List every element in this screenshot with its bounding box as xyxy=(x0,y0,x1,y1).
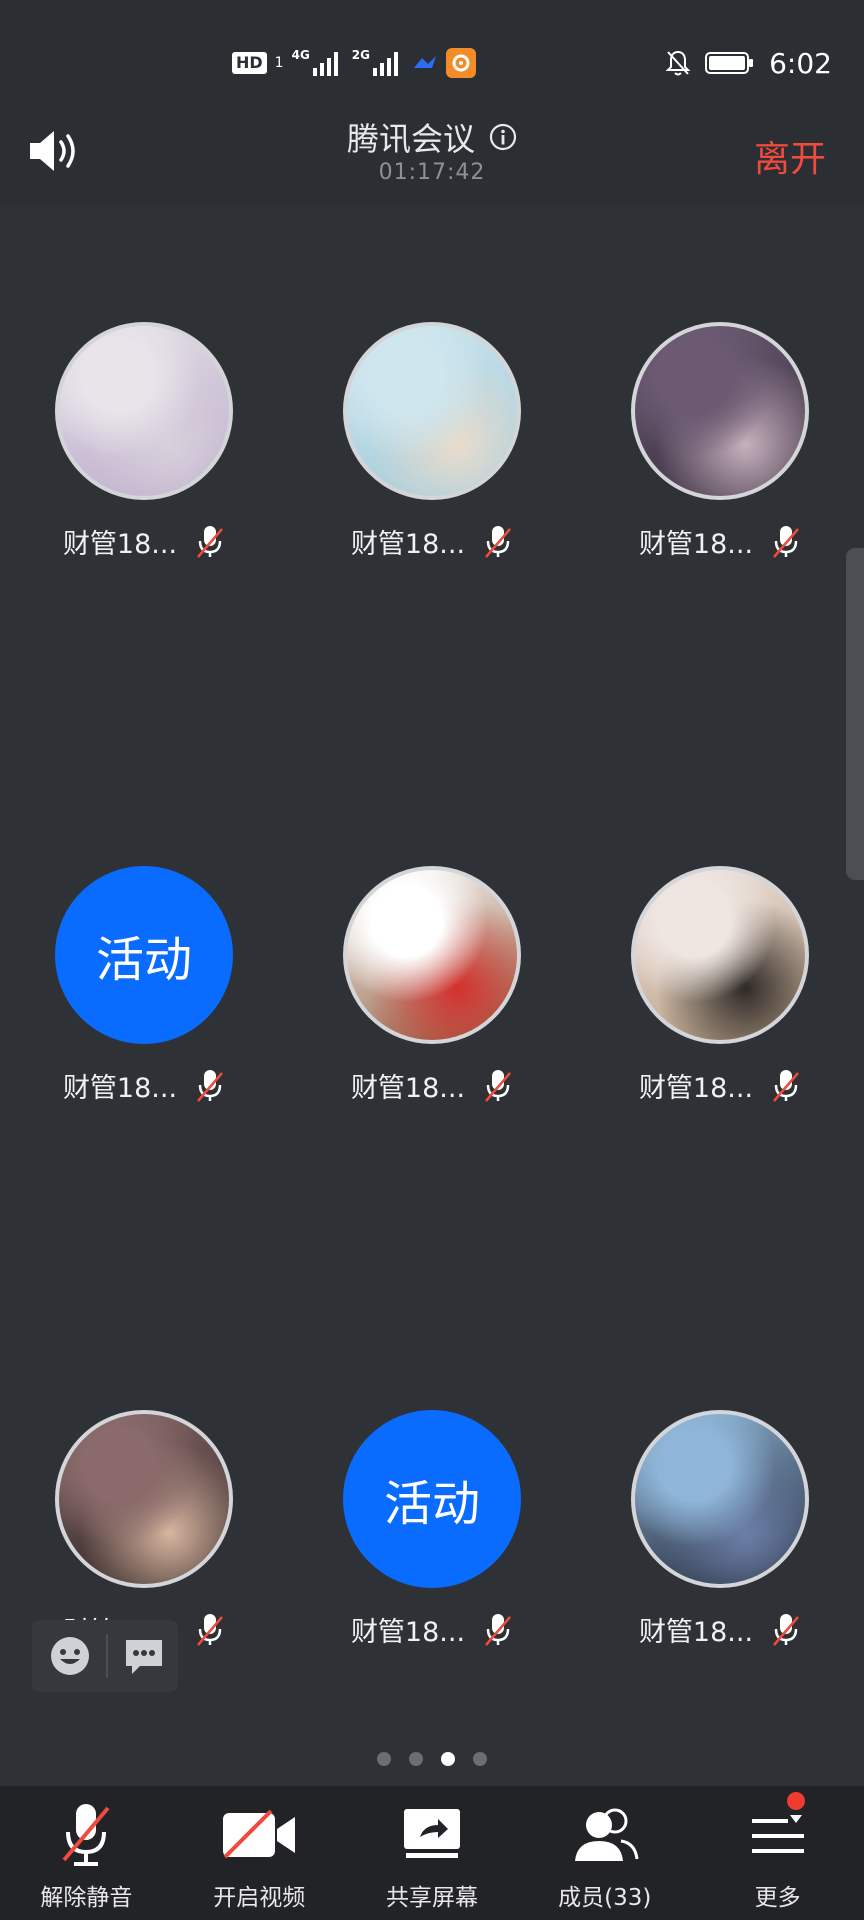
participant-tile[interactable]: 财管18... xyxy=(576,322,864,562)
mic-muted-icon xyxy=(773,1069,799,1102)
chat-icon[interactable] xyxy=(122,1634,166,1678)
divider xyxy=(106,1634,108,1678)
status-icons: HD 1 4G 2G xyxy=(232,48,476,78)
mic-muted-icon xyxy=(485,1613,511,1646)
uc-browser-icon xyxy=(446,48,476,78)
members-button[interactable]: 成员(33) xyxy=(518,1786,691,1920)
participant-avatar xyxy=(343,322,521,500)
participant-tile[interactable]: 财管18... xyxy=(0,1410,288,1650)
unmute-button[interactable]: 解除静音 xyxy=(0,1786,173,1920)
members-label: 成员(33) xyxy=(558,1885,652,1911)
participant-avatar: 活动 xyxy=(343,1410,521,1588)
floating-quick-tools xyxy=(32,1620,178,1692)
participant-avatar xyxy=(631,1410,809,1588)
bottom-toolbar: 解除静音 开启视频 共享屏幕 成员(33) 更多 xyxy=(0,1786,864,1920)
network-4g-label: 4G xyxy=(291,48,310,62)
status-bar: HD 1 4G 2G 6:02 xyxy=(0,0,864,100)
scrollbar[interactable] xyxy=(846,548,864,880)
participant-name-row: 财管18... xyxy=(576,1066,864,1105)
bell-off-icon xyxy=(665,50,691,76)
participant-name-row: 财管18... xyxy=(0,1066,288,1105)
participant-tile[interactable]: 财管18... xyxy=(288,866,576,1106)
page-dot[interactable] xyxy=(377,1752,391,1766)
more-button[interactable]: 更多 xyxy=(691,1786,864,1920)
share-screen-label: 共享屏幕 xyxy=(385,1885,478,1911)
participant-avatar xyxy=(343,866,521,1044)
participant-avatar: 活动 xyxy=(55,866,233,1044)
participant-name: 财管18... xyxy=(350,1073,466,1104)
page-indicator xyxy=(0,1752,864,1766)
participant-name-row: 财管18... xyxy=(576,522,864,561)
participant-tile[interactable]: 财管18... xyxy=(576,1410,864,1650)
meeting-duration: 01:17:42 xyxy=(378,160,486,185)
participant-name: 财管18... xyxy=(638,1617,754,1648)
mic-muted-icon xyxy=(197,525,223,558)
members-icon xyxy=(574,1808,639,1861)
participant-name-row: 财管18... xyxy=(0,522,288,561)
share-screen-button[interactable]: 共享屏幕 xyxy=(346,1786,519,1920)
participant-avatar xyxy=(631,866,809,1044)
video-off-icon xyxy=(223,1809,296,1859)
feishu-icon xyxy=(414,56,436,68)
hd-icon: HD xyxy=(232,52,267,74)
participant-name: 财管18... xyxy=(350,1617,466,1648)
avatar-text: 活动 xyxy=(95,932,192,988)
meeting-title-row: 腾讯会议 xyxy=(0,114,864,160)
meeting-title: 腾讯会议 xyxy=(346,120,475,158)
share-screen-icon xyxy=(403,1809,460,1858)
mic-muted-icon xyxy=(197,1069,223,1102)
avatar-text: 活动 xyxy=(383,1476,480,1532)
clock: 6:02 xyxy=(769,46,832,80)
participant-tile[interactable]: 财管18... xyxy=(288,322,576,562)
participant-avatar xyxy=(55,322,233,500)
participant-tile[interactable]: 活动财管18... xyxy=(288,1410,576,1650)
participant-name-row: 财管18... xyxy=(288,1610,576,1649)
sim-number: 1 xyxy=(274,55,284,71)
menu-icon xyxy=(751,1815,804,1853)
signal-4g-icon xyxy=(312,52,338,76)
battery-icon xyxy=(705,52,754,74)
mic-muted-icon xyxy=(485,525,511,558)
participant-avatar xyxy=(631,322,809,500)
mic-muted-icon xyxy=(485,1069,511,1102)
participant-tile[interactable]: 财管18... xyxy=(576,866,864,1106)
more-label: 更多 xyxy=(754,1885,801,1911)
start-video-button[interactable]: 开启视频 xyxy=(173,1786,346,1920)
participant-tile[interactable]: 财管18... xyxy=(0,322,288,562)
mic-muted-icon xyxy=(197,1613,223,1646)
mic-muted-icon xyxy=(62,1804,110,1866)
signal-2g-icon xyxy=(373,52,398,76)
participant-avatar xyxy=(55,1410,233,1588)
page-dot[interactable] xyxy=(409,1752,423,1766)
unmute-label: 解除静音 xyxy=(40,1885,133,1911)
status-right: 6:02 xyxy=(665,46,832,80)
participant-name-row: 财管18... xyxy=(576,1610,864,1649)
start-video-label: 开启视频 xyxy=(213,1885,306,1911)
meeting-header: 腾讯会议 01:17:42 离开 xyxy=(0,100,864,204)
leave-button[interactable]: 离开 xyxy=(754,130,826,182)
participant-name: 财管18... xyxy=(638,1073,754,1104)
mic-muted-icon xyxy=(773,1613,799,1646)
participant-name: 财管18... xyxy=(638,529,754,560)
participant-tile[interactable]: 活动财管18... xyxy=(0,866,288,1106)
mic-muted-icon xyxy=(773,525,799,558)
page-dot[interactable] xyxy=(473,1752,487,1766)
info-icon[interactable] xyxy=(489,123,517,151)
participant-name: 财管18... xyxy=(350,529,466,560)
emoji-icon[interactable] xyxy=(48,1634,92,1678)
network-2g-label: 2G xyxy=(351,48,370,62)
page-dot[interactable] xyxy=(441,1752,455,1766)
participant-name-row: 财管18... xyxy=(288,522,576,561)
participant-name-row: 财管18... xyxy=(288,1066,576,1105)
participant-name: 财管18... xyxy=(62,1073,178,1104)
participant-name: 财管18... xyxy=(62,529,178,560)
